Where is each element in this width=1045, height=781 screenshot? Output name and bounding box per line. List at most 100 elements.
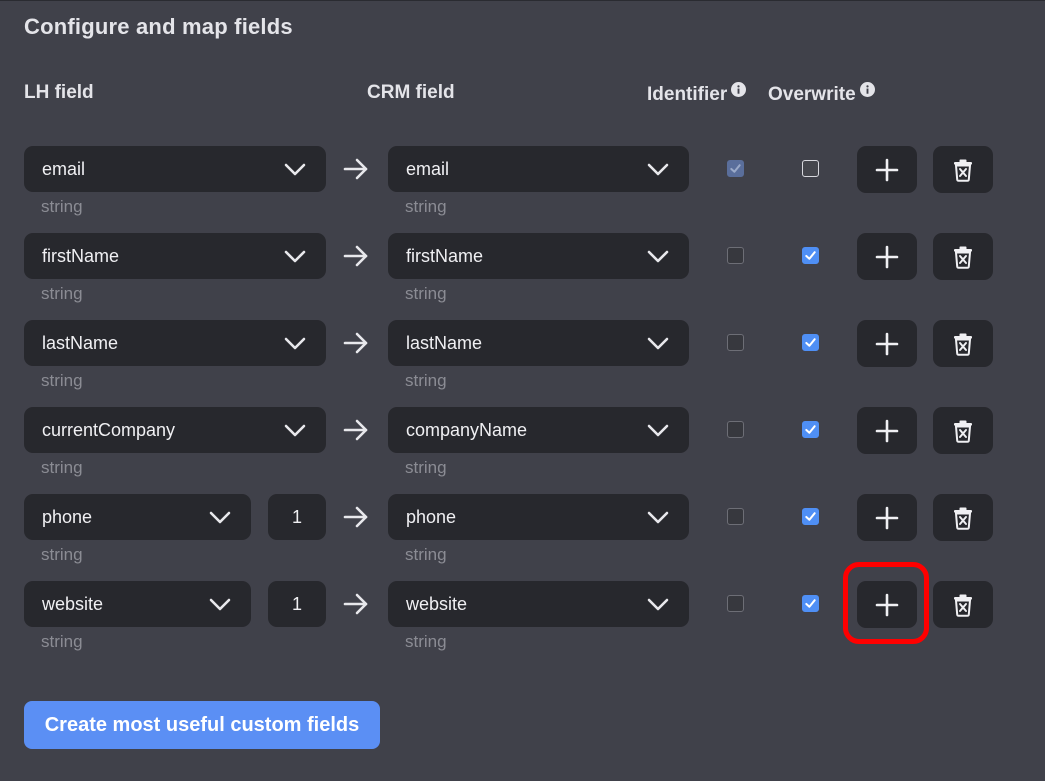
create-custom-fields-button[interactable]: Create most useful custom fields bbox=[24, 701, 380, 749]
arrow-right-icon bbox=[343, 245, 368, 267]
chevron-down-icon bbox=[209, 511, 231, 524]
add-mapping-button[interactable] bbox=[857, 407, 917, 454]
add-mapping-button[interactable] bbox=[857, 233, 917, 280]
plus-icon bbox=[875, 419, 899, 442]
chevron-down-icon bbox=[284, 163, 306, 176]
header-overwrite: Overwrite bbox=[768, 82, 875, 106]
crm-field-select[interactable]: companyName bbox=[388, 407, 689, 453]
arrow-right-icon bbox=[343, 332, 368, 354]
lh-field-value: currentCompany bbox=[42, 419, 176, 440]
lh-field-select[interactable]: email bbox=[24, 146, 326, 192]
crm-field-type: string bbox=[405, 545, 447, 564]
mapping-row: email email string string bbox=[0, 146, 1045, 233]
lh-field-type: string bbox=[41, 458, 83, 477]
lh-field-type: string bbox=[41, 197, 83, 216]
crm-field-value: firstName bbox=[406, 245, 484, 266]
trash-icon bbox=[954, 246, 972, 269]
header-lh-field: LH field bbox=[24, 82, 94, 103]
trash-icon bbox=[954, 159, 972, 182]
arrow-right-icon bbox=[343, 506, 368, 528]
crm-field-value: email bbox=[406, 158, 450, 179]
arrow-right-icon bbox=[343, 158, 368, 180]
info-icon[interactable] bbox=[731, 82, 747, 97]
lh-field-value: phone bbox=[42, 506, 93, 527]
crm-field-type: string bbox=[405, 284, 447, 303]
identifier-checkbox[interactable] bbox=[727, 160, 744, 177]
lh-field-select[interactable]: firstName bbox=[24, 233, 326, 279]
add-mapping-button[interactable] bbox=[857, 146, 917, 193]
lh-field-select[interactable]: phone bbox=[24, 494, 251, 540]
chevron-down-icon bbox=[647, 424, 669, 437]
overwrite-checkbox[interactable] bbox=[802, 160, 819, 177]
lh-field-type: string bbox=[41, 632, 83, 651]
lh-field-type: string bbox=[41, 371, 83, 390]
crm-field-value: lastName bbox=[406, 332, 483, 353]
lh-field-select[interactable]: website bbox=[24, 581, 251, 627]
chevron-down-icon bbox=[647, 511, 669, 524]
plus-icon bbox=[875, 506, 899, 529]
crm-field-type: string bbox=[405, 197, 447, 216]
delete-mapping-button[interactable] bbox=[933, 146, 993, 193]
identifier-checkbox[interactable] bbox=[727, 595, 744, 612]
chevron-down-icon bbox=[647, 598, 669, 611]
delete-mapping-button[interactable] bbox=[933, 407, 993, 454]
identifier-checkbox[interactable] bbox=[727, 247, 744, 264]
arrow-right-icon bbox=[343, 419, 368, 441]
crm-field-select[interactable]: website bbox=[388, 581, 689, 627]
crm-field-value: website bbox=[406, 593, 468, 614]
field-index-input[interactable]: 1 bbox=[268, 494, 326, 540]
info-icon[interactable] bbox=[859, 82, 875, 97]
identifier-checkbox[interactable] bbox=[727, 421, 744, 438]
page-title: Configure and map fields bbox=[24, 14, 293, 39]
mapping-row: firstName firstName string string bbox=[0, 233, 1045, 320]
crm-field-value: phone bbox=[406, 506, 457, 527]
mapping-row: lastName lastName string string bbox=[0, 320, 1045, 407]
crm-field-select[interactable]: phone bbox=[388, 494, 689, 540]
chevron-down-icon bbox=[647, 163, 669, 176]
chevron-down-icon bbox=[209, 598, 231, 611]
delete-mapping-button[interactable] bbox=[933, 320, 993, 367]
arrow-right-icon bbox=[343, 593, 368, 615]
lh-field-type: string bbox=[41, 284, 83, 303]
chevron-down-icon bbox=[284, 337, 306, 350]
crm-field-select[interactable]: lastName bbox=[388, 320, 689, 366]
crm-field-value: companyName bbox=[406, 419, 528, 440]
overwrite-checkbox[interactable] bbox=[802, 421, 819, 438]
crm-field-select[interactable]: firstName bbox=[388, 233, 689, 279]
top-border bbox=[0, 0, 1045, 1]
field-index-input[interactable]: 1 bbox=[268, 581, 326, 627]
lh-field-value: website bbox=[42, 593, 104, 614]
chevron-down-icon bbox=[284, 424, 306, 437]
overwrite-checkbox[interactable] bbox=[802, 508, 819, 525]
lh-field-value: firstName bbox=[42, 245, 120, 266]
lh-field-select[interactable]: currentCompany bbox=[24, 407, 326, 453]
trash-icon bbox=[954, 333, 972, 356]
trash-icon bbox=[954, 594, 972, 617]
chevron-down-icon bbox=[647, 337, 669, 350]
lh-field-type: string bbox=[41, 545, 83, 564]
delete-mapping-button[interactable] bbox=[933, 233, 993, 280]
chevron-down-icon bbox=[284, 250, 306, 263]
overwrite-checkbox[interactable] bbox=[802, 334, 819, 351]
add-mapping-button[interactable] bbox=[857, 320, 917, 367]
delete-mapping-button[interactable] bbox=[933, 581, 993, 628]
crm-field-select[interactable]: email bbox=[388, 146, 689, 192]
delete-mapping-button[interactable] bbox=[933, 494, 993, 541]
plus-icon bbox=[875, 332, 899, 355]
lh-field-value: lastName bbox=[42, 332, 119, 353]
trash-icon bbox=[954, 507, 972, 530]
overwrite-checkbox[interactable] bbox=[802, 595, 819, 612]
plus-icon bbox=[875, 158, 899, 181]
identifier-checkbox[interactable] bbox=[727, 334, 744, 351]
mapping-row: currentCompany companyName string string bbox=[0, 407, 1045, 494]
header-identifier: Identifier bbox=[647, 82, 747, 106]
crm-field-type: string bbox=[405, 632, 447, 651]
add-mapping-button[interactable] bbox=[857, 494, 917, 541]
plus-icon bbox=[875, 245, 899, 268]
highlight-annotation bbox=[843, 562, 929, 644]
lh-field-select[interactable]: lastName bbox=[24, 320, 326, 366]
crm-field-type: string bbox=[405, 371, 447, 390]
overwrite-checkbox[interactable] bbox=[802, 247, 819, 264]
lh-field-value: email bbox=[42, 158, 86, 179]
identifier-checkbox[interactable] bbox=[727, 508, 744, 525]
